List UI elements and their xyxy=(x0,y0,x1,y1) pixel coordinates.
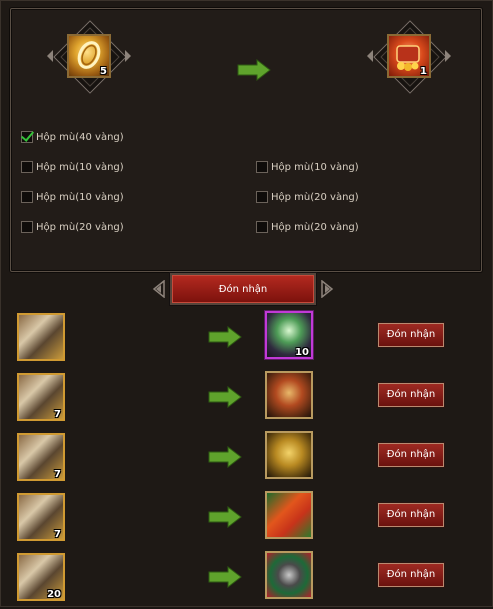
source-item-count: 5 xyxy=(100,66,107,77)
source-count: 7 xyxy=(54,469,61,480)
arrow-right-icon xyxy=(208,326,242,348)
checkbox[interactable] xyxy=(256,221,268,233)
gold-bracelet-icon[interactable]: 5 xyxy=(67,34,111,78)
source-count: 7 xyxy=(54,409,61,420)
checkbox[interactable] xyxy=(256,191,268,203)
option-label: Hộp mù(10 vàng) xyxy=(36,161,124,173)
treasure-chest-icon[interactable]: 1 xyxy=(387,34,431,78)
option-label: Hộp mù(20 vàng) xyxy=(36,221,124,233)
result-item-count: 1 xyxy=(420,66,427,77)
option-label: Hộp mù(10 vàng) xyxy=(36,191,124,203)
armor-gauntlet-icon[interactable]: 7 xyxy=(17,373,65,421)
armor-gauntlet-icon[interactable]: 7 xyxy=(17,433,65,481)
source-count: 7 xyxy=(54,529,61,540)
claim-button[interactable]: Đón nhận xyxy=(378,323,444,347)
exchange-panel: 5 1 Hộp mù(40 vàng) Hộp mù(10 vàng) Hộp … xyxy=(10,8,482,272)
claim-button[interactable]: Đón nhận xyxy=(378,443,444,467)
option-label: Hộp mù(40 vàng) xyxy=(36,131,124,143)
right-ornament-icon xyxy=(321,280,334,298)
armor-gauntlet-icon[interactable]: 7 xyxy=(17,493,65,541)
dark-mount-icon[interactable] xyxy=(265,551,313,599)
reward-row: 7 Đón nhận xyxy=(0,431,493,489)
source-slot: 5 xyxy=(47,20,131,94)
option-3[interactable]: Hộp mù(10 vàng) xyxy=(256,159,359,175)
checkbox-checked[interactable] xyxy=(21,131,33,143)
armor-gauntlet-icon[interactable]: 20 xyxy=(17,553,65,601)
armor-gauntlet-icon[interactable] xyxy=(17,313,65,361)
reward-row: 7 Đón nhận xyxy=(0,491,493,549)
claim-button-group: Đón nhận xyxy=(152,270,334,310)
reward-row: 10 Đón nhận xyxy=(0,311,493,369)
claim-button[interactable]: Đón nhận xyxy=(378,563,444,587)
option-6[interactable]: Hộp mù(20 vàng) xyxy=(21,219,124,235)
arrow-right-icon xyxy=(208,506,242,528)
option-label: Hộp mù(10 vàng) xyxy=(271,161,359,173)
option-label: Hộp mù(20 vàng) xyxy=(271,221,359,233)
checkbox[interactable] xyxy=(21,191,33,203)
reward-count: 10 xyxy=(295,347,309,358)
arrow-right-icon xyxy=(208,386,242,408)
green-orb-helmet-icon[interactable]: 10 xyxy=(265,311,313,359)
fire-dragon-icon[interactable] xyxy=(265,491,313,539)
checkbox[interactable] xyxy=(21,161,33,173)
checkbox[interactable] xyxy=(256,161,268,173)
main-claim-button[interactable]: Đón nhận xyxy=(170,273,316,305)
option-4[interactable]: Hộp mù(10 vàng) xyxy=(21,189,124,205)
option-7[interactable]: Hộp mù(20 vàng) xyxy=(256,219,359,235)
source-count: 20 xyxy=(47,589,61,600)
reward-row: 20 Đón nhận xyxy=(0,551,493,609)
arrow-right-icon xyxy=(208,446,242,468)
reward-row: 7 Đón nhận xyxy=(0,371,493,429)
option-2[interactable]: Hộp mù(10 vàng) xyxy=(21,159,124,175)
result-slot: 1 xyxy=(367,20,451,94)
red-armor-icon[interactable] xyxy=(265,371,313,419)
arrow-right-icon xyxy=(208,566,242,588)
arrow-right-icon xyxy=(237,59,271,81)
option-5[interactable]: Hộp mù(20 vàng) xyxy=(256,189,359,205)
claim-button[interactable]: Đón nhận xyxy=(378,503,444,527)
golden-creature-icon[interactable] xyxy=(265,431,313,479)
claim-button[interactable]: Đón nhận xyxy=(378,383,444,407)
option-label: Hộp mù(20 vàng) xyxy=(271,191,359,203)
checkbox[interactable] xyxy=(21,221,33,233)
left-ornament-icon xyxy=(152,280,165,298)
option-1[interactable]: Hộp mù(40 vàng) xyxy=(21,129,124,145)
